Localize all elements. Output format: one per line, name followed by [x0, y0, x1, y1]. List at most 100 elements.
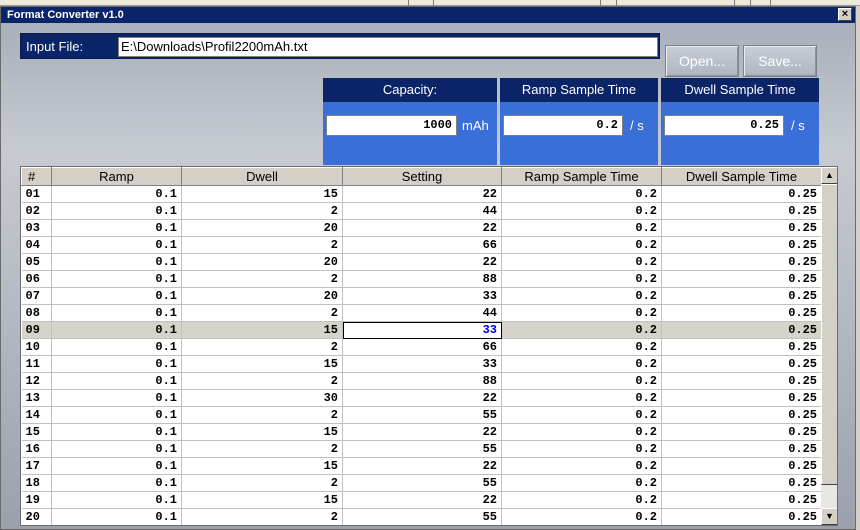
ramp-cell[interactable]: 0.1	[51, 406, 182, 424]
dwell-cell[interactable]: 2	[181, 270, 343, 288]
ramp-sample-time-cell[interactable]: 0.2	[501, 287, 662, 305]
title-bar[interactable]: Format Converter v1.0 ×	[1, 7, 855, 23]
dwell-cell[interactable]: 2	[181, 406, 343, 424]
row-number[interactable]: 04	[21, 236, 52, 254]
dwell-cell[interactable]: 2	[181, 508, 343, 525]
ramp-sample-time-cell[interactable]: 0.2	[501, 474, 662, 492]
ramp-sample-time-cell[interactable]: 0.2	[501, 236, 662, 254]
ramp-cell[interactable]: 0.1	[51, 389, 182, 407]
dwell-sample-time-cell[interactable]: 0.25	[661, 287, 822, 305]
ramp-cell[interactable]: 0.1	[51, 185, 182, 203]
setting-cell[interactable]: 22	[342, 491, 502, 509]
input-file-field[interactable]: E:\Downloads\Profil2200mAh.txt	[118, 37, 658, 57]
ramp-cell[interactable]: 0.1	[51, 372, 182, 390]
row-number[interactable]: 12	[21, 372, 52, 390]
open-button[interactable]: Open...	[665, 45, 739, 77]
setting-cell[interactable]: 22	[342, 457, 502, 475]
dwell-cell[interactable]: 2	[181, 372, 343, 390]
ramp-sample-time-cell[interactable]: 0.2	[501, 508, 662, 525]
setting-cell[interactable]: 44	[342, 202, 502, 220]
table-row[interactable]: 03 0.1 20 22 0.2 0.25	[21, 219, 822, 237]
ramp-sample-time-cell[interactable]: 0.2	[501, 423, 662, 441]
ramp-cell[interactable]: 0.1	[51, 202, 182, 220]
ramp-cell[interactable]: 0.1	[51, 491, 182, 509]
dwell-sample-time-cell[interactable]: 0.25	[661, 321, 822, 339]
ramp-cell[interactable]: 0.1	[51, 287, 182, 305]
dwell-cell[interactable]: 20	[181, 219, 343, 237]
setting-cell[interactable]: 22	[342, 219, 502, 237]
dwell-cell[interactable]: 20	[181, 287, 343, 305]
row-number[interactable]: 18	[21, 474, 52, 492]
table-row[interactable]: 12 0.1 2 88 0.2 0.25	[21, 372, 822, 390]
column-header-dwell[interactable]: Dwell	[181, 167, 343, 186]
setting-cell[interactable]: 55	[342, 508, 502, 525]
ramp-cell[interactable]: 0.1	[51, 457, 182, 475]
scrollbar-track[interactable]	[821, 184, 837, 508]
dwell-cell[interactable]: 2	[181, 474, 343, 492]
dwell-sample-time-cell[interactable]: 0.25	[661, 355, 822, 373]
dwell-sample-time-cell[interactable]: 0.25	[661, 508, 822, 525]
ramp-sample-time-cell[interactable]: 0.2	[501, 406, 662, 424]
row-number[interactable]: 10	[21, 338, 52, 356]
table-row[interactable]: 14 0.1 2 55 0.2 0.25	[21, 406, 822, 424]
table-row[interactable]: 16 0.1 2 55 0.2 0.25	[21, 440, 822, 458]
row-number[interactable]: 06	[21, 270, 52, 288]
setting-cell[interactable]: 22	[342, 423, 502, 441]
dwell-sample-time-cell[interactable]: 0.25	[661, 202, 822, 220]
dwell-sample-time-cell[interactable]: 0.25	[661, 389, 822, 407]
row-number[interactable]: 11	[21, 355, 52, 373]
dwell-sample-time-cell[interactable]: 0.25	[661, 270, 822, 288]
dwell-sample-time-cell[interactable]: 0.25	[661, 474, 822, 492]
ramp-cell[interactable]: 0.1	[51, 508, 182, 525]
row-number[interactable]: 20	[21, 508, 52, 525]
scroll-up-icon[interactable]: ▲	[821, 167, 837, 184]
ramp-cell[interactable]: 0.1	[51, 236, 182, 254]
save-button[interactable]: Save...	[743, 45, 817, 77]
setting-cell[interactable]: 55	[342, 440, 502, 458]
ramp-sample-time-cell[interactable]: 0.2	[501, 185, 662, 203]
table-row[interactable]: 04 0.1 2 66 0.2 0.25	[21, 236, 822, 254]
row-number[interactable]: 01	[21, 185, 52, 203]
table-row[interactable]: 01 0.1 15 22 0.2 0.25	[21, 185, 822, 203]
row-number[interactable]: 03	[21, 219, 52, 237]
ramp-cell[interactable]: 0.1	[51, 270, 182, 288]
vertical-scrollbar[interactable]: ▲ ▼	[821, 167, 837, 525]
row-number[interactable]: 08	[21, 304, 52, 322]
ramp-sample-time-cell[interactable]: 0.2	[501, 338, 662, 356]
table-row[interactable]: 15 0.1 15 22 0.2 0.25	[21, 423, 822, 441]
dwell-sample-time-cell[interactable]: 0.25	[661, 304, 822, 322]
setting-cell[interactable]: 66	[342, 338, 502, 356]
dwell-cell[interactable]: 20	[181, 253, 343, 271]
row-number[interactable]: 15	[21, 423, 52, 441]
table-row[interactable]: 08 0.1 2 44 0.2 0.25	[21, 304, 822, 322]
dwell-cell[interactable]: 15	[181, 491, 343, 509]
row-number[interactable]: 09	[21, 321, 52, 339]
table-row[interactable]: 18 0.1 2 55 0.2 0.25	[21, 474, 822, 492]
table-row[interactable]: 13 0.1 30 22 0.2 0.25	[21, 389, 822, 407]
ramp-sample-time-cell[interactable]: 0.2	[501, 457, 662, 475]
ramp-sample-time-cell[interactable]: 0.2	[501, 304, 662, 322]
ramp-cell[interactable]: 0.1	[51, 304, 182, 322]
dwell-cell[interactable]: 2	[181, 304, 343, 322]
setting-cell[interactable]: 22	[342, 389, 502, 407]
setting-cell[interactable]: 66	[342, 236, 502, 254]
column-header-ramp-sample-time[interactable]: Ramp Sample Time	[501, 167, 662, 186]
scrollbar-thumb[interactable]	[821, 184, 837, 485]
ramp-sample-time-cell[interactable]: 0.2	[501, 389, 662, 407]
dwell-sample-time-cell[interactable]: 0.25	[661, 185, 822, 203]
column-header-ramp[interactable]: Ramp	[51, 167, 182, 186]
dwell-sample-time-cell[interactable]: 0.25	[661, 423, 822, 441]
setting-cell[interactable]: 88	[342, 372, 502, 390]
dwell-cell[interactable]: 15	[181, 423, 343, 441]
ramp-sample-time-cell[interactable]: 0.2	[501, 321, 662, 339]
dwell-cell[interactable]: 2	[181, 202, 343, 220]
dwell-cell[interactable]: 15	[181, 457, 343, 475]
setting-cell[interactable]: 33	[342, 321, 502, 339]
ramp-sample-time-cell[interactable]: 0.2	[501, 491, 662, 509]
table-row[interactable]: 17 0.1 15 22 0.2 0.25	[21, 457, 822, 475]
table-row[interactable]: 02 0.1 2 44 0.2 0.25	[21, 202, 822, 220]
setting-cell[interactable]: 33	[342, 355, 502, 373]
dwell-cell[interactable]: 15	[181, 185, 343, 203]
ramp-cell[interactable]: 0.1	[51, 440, 182, 458]
ramp-sample-time-cell[interactable]: 0.2	[501, 253, 662, 271]
